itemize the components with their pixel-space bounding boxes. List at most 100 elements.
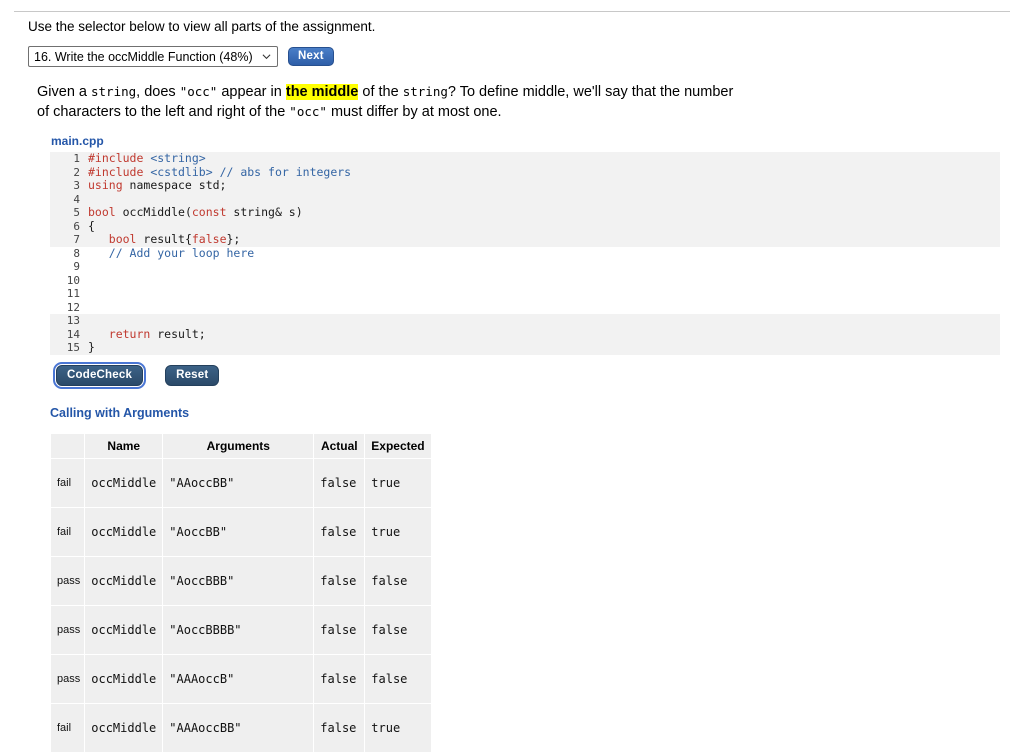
- code-token: string& s): [226, 205, 303, 219]
- line-number: 8: [73, 246, 80, 260]
- status-badge: fail: [51, 704, 85, 752]
- col-header-status: [51, 434, 85, 458]
- cell-expected: true: [365, 459, 431, 507]
- col-header-name: Name: [85, 434, 163, 458]
- horizontal-divider: [14, 11, 1010, 12]
- code-line-text: #include <string>: [88, 151, 206, 166]
- code-token: };: [226, 232, 241, 246]
- problem-seg-4: of the: [358, 84, 403, 100]
- results-table-head: Name Arguments Actual Expected: [51, 434, 431, 458]
- cell-arguments: "AAoccBB": [163, 459, 314, 507]
- results-heading: Calling with Arguments: [50, 406, 190, 420]
- code-token: // Add your loop here: [108, 245, 255, 260]
- status-badge: pass: [51, 655, 85, 703]
- line-number: 7: [73, 233, 80, 246]
- code-token: result{: [136, 232, 192, 246]
- code-token: #include: [88, 164, 151, 179]
- cell-expected: false: [365, 655, 431, 703]
- problem-seg-6: must differ by at most one.: [326, 104, 502, 120]
- code-readonly-top: 1 #include <string> 2 #include <cstdlib> //…: [50, 151, 1000, 247]
- problem-seg-1: Given a: [37, 84, 91, 100]
- cell-expected: true: [365, 704, 431, 752]
- code-token: }: [88, 340, 95, 354]
- cell-name: occMiddle: [85, 704, 163, 752]
- cell-name: occMiddle: [85, 508, 163, 556]
- cell-name: occMiddle: [85, 655, 163, 703]
- line-number: 3: [73, 179, 80, 192]
- code-editor[interactable]: 1 #include <string> 2 #include <cstdlib> //…: [50, 151, 1000, 355]
- code-line-text: bool result{false};: [88, 232, 241, 247]
- cell-name: occMiddle: [85, 459, 163, 507]
- problem-highlight: the middle: [285, 84, 359, 100]
- file-name-label: main.cpp: [51, 134, 104, 148]
- line-number: 15: [66, 341, 80, 354]
- part-selector-row: 16. Write the occMiddle Function (48%) N…: [28, 46, 334, 67]
- code-line-text: bool occMiddle(const string& s): [88, 205, 303, 220]
- col-header-arguments: Arguments: [163, 434, 314, 458]
- cell-name: occMiddle: [85, 557, 163, 605]
- code-line: 7 bool result{false};: [50, 232, 1000, 247]
- part-select[interactable]: 16. Write the occMiddle Function (48%): [28, 46, 278, 67]
- line-number: 1: [73, 152, 80, 165]
- code-line: 11: [50, 287, 1000, 301]
- col-header-actual: Actual: [314, 434, 365, 458]
- code-line-text: // Add your loop here: [88, 245, 255, 261]
- line-number: 9: [73, 260, 80, 273]
- line-number: 10: [66, 273, 80, 287]
- cell-arguments: "AoccBBBB": [163, 606, 314, 654]
- status-badge: pass: [51, 557, 85, 605]
- cell-arguments: "AoccBB": [163, 508, 314, 556]
- code-editable-region[interactable]: 8 // Add your loop here 9 10 11 12: [50, 245, 1000, 314]
- cell-actual: false: [314, 704, 365, 752]
- code-token: bool: [88, 205, 116, 219]
- problem-code-occ-1: "occ": [179, 84, 218, 99]
- cell-actual: false: [314, 606, 365, 654]
- editor-actions: CodeCheck Reset: [52, 362, 220, 389]
- code-token: occMiddle(: [115, 205, 192, 219]
- reset-button[interactable]: Reset: [165, 365, 220, 386]
- next-button[interactable]: Next: [288, 47, 334, 66]
- code-line: 13: [50, 314, 1000, 328]
- code-token: bool: [108, 232, 137, 246]
- line-number: 2: [73, 165, 80, 179]
- cell-expected: false: [365, 557, 431, 605]
- table-row: fail occMiddle "AAoccBB" false true: [51, 459, 431, 507]
- code-line-text: using namespace std;: [88, 178, 227, 193]
- codecheck-button[interactable]: CodeCheck: [52, 362, 147, 389]
- intro-text: Use the selector below to view all parts…: [28, 19, 376, 34]
- code-token: {: [88, 218, 95, 233]
- code-line-text: return result;: [88, 326, 206, 342]
- line-number: 6: [73, 219, 80, 233]
- line-number: 11: [66, 287, 80, 300]
- cell-actual: false: [314, 508, 365, 556]
- cell-arguments: "AoccBBB": [163, 557, 314, 605]
- table-row: pass occMiddle "AAAoccB" false false: [51, 655, 431, 703]
- line-number: 4: [73, 192, 80, 206]
- code-token: using: [88, 178, 123, 192]
- line-number: 13: [66, 314, 80, 327]
- page-root: Use the selector below to view all parts…: [0, 0, 1024, 753]
- results-table: Name Arguments Actual Expected fail occMi…: [50, 433, 432, 753]
- code-token: // abs for integers: [219, 164, 352, 179]
- cell-expected: true: [365, 508, 431, 556]
- code-line-text: {: [88, 218, 95, 234]
- part-select-wrapper: 16. Write the occMiddle Function (48%): [28, 46, 278, 67]
- cell-actual: false: [314, 655, 365, 703]
- problem-statement: Given a string, does "occ" appear in the…: [37, 82, 737, 122]
- status-badge: pass: [51, 606, 85, 654]
- code-token: namespace std;: [122, 178, 227, 192]
- code-line: 2 #include <cstdlib> // abs for integers: [50, 164, 1000, 180]
- code-line-text: #include <cstdlib> // abs for integers: [88, 164, 352, 180]
- code-line: 8 // Add your loop here: [50, 245, 1000, 261]
- problem-seg-3: appear in: [217, 84, 286, 100]
- code-token: result;: [150, 326, 206, 341]
- code-token: <string>: [150, 151, 206, 165]
- code-line: 9: [50, 260, 1000, 274]
- cell-name: occMiddle: [85, 606, 163, 654]
- table-row: pass occMiddle "AoccBBB" false false: [51, 557, 431, 605]
- table-row: pass occMiddle "AoccBBBB" false false: [51, 606, 431, 654]
- code-line: 5 bool occMiddle(const string& s): [50, 205, 1000, 220]
